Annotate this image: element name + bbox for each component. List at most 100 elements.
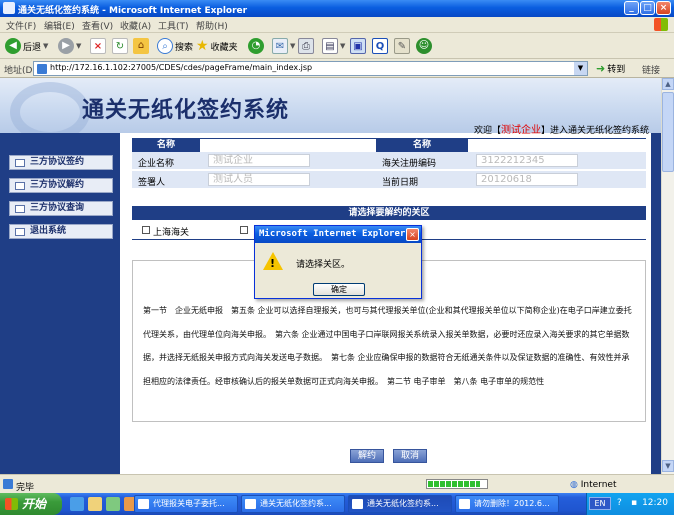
mail-dropdown-icon[interactable]: ▼ (290, 42, 295, 50)
menu-file[interactable]: 文件(F) (6, 19, 36, 32)
messenger-button[interactable]: ☺ (416, 37, 432, 55)
window-title-bar[interactable]: 通关无纸化签约系统 - Microsoft Internet Explorer … (0, 0, 674, 17)
menu-edit[interactable]: 编辑(E) (44, 19, 75, 32)
address-url[interactable]: http://172.16.1.102:27005/CDES/cdes/page… (50, 63, 312, 72)
start-label: 开始 (22, 497, 47, 511)
customs-option-label[interactable]: 上海海关 (153, 225, 189, 238)
stop-button[interactable]: × (90, 37, 106, 55)
scroll-down-icon[interactable]: ▼ (662, 460, 674, 472)
tray-network-icon[interactable]: ▪ (631, 498, 637, 508)
customs-code-label: 海关注册编码 (382, 159, 437, 169)
refresh-icon: ↻ (112, 38, 128, 54)
taskbar-item[interactable]: 代理报关电子委托... (134, 495, 238, 513)
edit-dropdown-icon[interactable]: ▼ (340, 42, 345, 50)
taskbar-item-label: 通关无纸化签约系... (367, 499, 439, 508)
nav-item-icon (15, 182, 25, 190)
taskbar-item[interactable]: 通关无纸化签约系... (241, 495, 345, 513)
scroll-thumb[interactable] (662, 92, 674, 172)
language-indicator[interactable]: EN (589, 497, 611, 510)
dialog-message: 请选择关区。 (296, 260, 351, 270)
nav-logout[interactable]: 退出系统 (9, 224, 113, 239)
taskbar-item-label: 请勿删除！2012.6... (474, 499, 550, 508)
taskbar-ie-icon (138, 499, 149, 509)
favorites-star-icon: ★ (196, 38, 209, 54)
maximize-button[interactable]: □ (640, 1, 655, 15)
edit-button[interactable]: ▤ ▼ (322, 37, 345, 55)
discuss-button[interactable]: ▣ (350, 37, 366, 55)
status-text: 完毕 (16, 483, 35, 493)
start-button[interactable]: 开始 (0, 493, 62, 515)
warning-exclamation-icon: ! (270, 257, 276, 270)
links-button[interactable]: 链接 (642, 63, 660, 76)
menu-help[interactable]: 帮助(H) (196, 19, 228, 32)
dialog-title[interactable]: Microsoft Internet Explorer (255, 226, 421, 243)
discuss-icon: ▣ (350, 38, 366, 54)
taskbar: 开始 代理报关电子委托... 通关无纸化签约系... 通关无纸化签约系... 请… (0, 493, 674, 515)
address-dropdown-icon[interactable]: ▼ (574, 62, 587, 75)
search-icon: ⌕ (157, 38, 173, 54)
customs-checkbox-2[interactable] (240, 226, 248, 234)
dialog-ok-button[interactable]: 确定 (313, 283, 365, 296)
scroll-up-icon[interactable]: ▲ (662, 78, 674, 90)
terminate-button[interactable]: 解约 (350, 449, 384, 463)
home-button[interactable]: ⌂ (133, 37, 149, 55)
agreement-text: 第一节 企业无纸申报 第五条 企业可以选择自理报关，也可与其代理报关单位(企业和… (143, 306, 632, 386)
taskbar-item[interactable]: 请勿删除！2012.6... (455, 495, 559, 513)
cancel-button[interactable]: 取消 (393, 449, 427, 463)
taskbar-item-active[interactable]: 通关无纸化签约系... (348, 495, 452, 513)
back-button[interactable]: ◀ 后退 ▼ (5, 37, 48, 55)
address-label: 地址(D) (4, 66, 36, 76)
site-logo: 通关无纸化签约系统 (82, 97, 290, 123)
nav-terminate-agreement[interactable]: 三方协议解约 (9, 178, 113, 193)
print-icon: ⎙ (298, 38, 314, 54)
quicklaunch-media-icon[interactable] (106, 497, 120, 511)
search-button[interactable]: ⌕ 搜索 (157, 37, 193, 55)
current-date-field[interactable]: 20120618 (476, 173, 578, 186)
home-icon: ⌂ (133, 38, 149, 54)
history-button[interactable]: ◔ (248, 37, 264, 55)
forward-arrow-icon: ▶ (58, 38, 74, 54)
favorites-label: 收藏夹 (210, 42, 238, 53)
table-row: 企业名称 测试企业 海关注册编码 3122212345 (132, 152, 646, 170)
customs-checkbox[interactable] (142, 226, 150, 234)
vertical-scrollbar[interactable]: ▲ ▼ (661, 78, 674, 474)
taskbar-ie-icon (245, 499, 256, 509)
ie-app-icon (3, 2, 15, 14)
table-header-blank-right (468, 138, 646, 152)
print-button[interactable]: ⎙ (298, 37, 314, 55)
quicklaunch-desktop-icon[interactable] (88, 497, 102, 511)
welcome-suffix: 】进入通关无纸化签约系统 (541, 126, 650, 136)
menu-view[interactable]: 查看(V) (82, 19, 113, 32)
mail-icon: ✉ (272, 38, 288, 54)
address-bar: 地址(D) http://172.16.1.102:27005/CDES/cde… (0, 59, 674, 78)
signer-field[interactable]: 测试人员 (208, 173, 310, 186)
tool-button[interactable]: ✎ (394, 37, 410, 55)
zone-label: Internet (580, 480, 617, 490)
system-tray: EN ? ▪ 12:20 (586, 493, 674, 515)
research-button[interactable]: Q (372, 37, 388, 55)
forward-button[interactable]: ▶ ▼ (58, 37, 81, 55)
refresh-button[interactable]: ↻ (112, 37, 128, 55)
dialog-close-button[interactable]: × (406, 228, 419, 241)
quicklaunch-ie-icon[interactable] (70, 497, 84, 511)
search-label: 搜索 (175, 42, 194, 53)
forward-dropdown-icon[interactable]: ▼ (76, 42, 81, 50)
back-dropdown-icon[interactable]: ▼ (43, 42, 48, 50)
customs-code-field[interactable]: 3122212345 (476, 154, 578, 167)
menu-favorites[interactable]: 收藏(A) (120, 19, 151, 32)
minimize-button[interactable]: _ (624, 1, 639, 15)
go-button[interactable]: ➜ 转到 (596, 62, 625, 75)
nav-sign-agreement[interactable]: 三方协议签约 (9, 155, 113, 170)
nav-query-agreement[interactable]: 三方协议查询 (9, 201, 113, 216)
menu-tools[interactable]: 工具(T) (158, 19, 189, 32)
nav-item-icon (15, 205, 25, 213)
address-input[interactable]: http://172.16.1.102:27005/CDES/cdes/page… (33, 61, 588, 76)
favorites-button[interactable]: ★ 收藏夹 (196, 37, 238, 55)
table-header-name-right: 名称 (376, 138, 468, 152)
mail-button[interactable]: ✉ ▼ (272, 37, 295, 55)
tray-help-icon[interactable]: ? (617, 498, 622, 508)
company-name-field[interactable]: 测试企业 (208, 154, 310, 167)
go-arrow-icon: ➜ (596, 62, 606, 75)
clock: 12:20 (642, 498, 668, 508)
close-window-button[interactable]: × (656, 1, 671, 15)
